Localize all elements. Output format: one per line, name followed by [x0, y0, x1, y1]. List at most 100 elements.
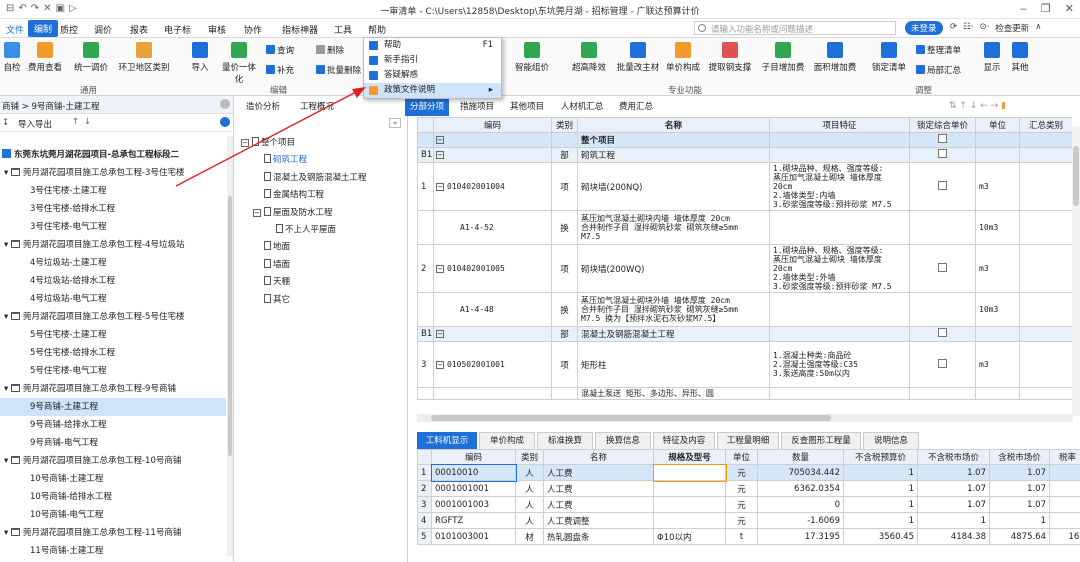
- cell-res-name[interactable]: 人工费: [543, 464, 654, 481]
- menu-e-bid[interactable]: 电子标: [164, 23, 191, 36]
- cell-res-code[interactable]: 0001001003: [431, 496, 516, 513]
- expand-icon[interactable]: ▾: [4, 312, 11, 322]
- cell-summary[interactable]: [1019, 341, 1072, 388]
- division-node[interactable]: − 整个项目: [241, 136, 295, 148]
- tree-item[interactable]: 10号商铺-土建工程: [0, 470, 226, 488]
- table-row[interactable]: 混凝土泵送 矩形、多边形、异形、圆: [417, 387, 1072, 400]
- col-res-budget[interactable]: 不含税预算价: [843, 449, 918, 465]
- division-node[interactable]: 其它: [264, 293, 290, 305]
- cell-code[interactable]: A1-4-48: [433, 292, 552, 327]
- cell-name[interactable]: 蒸压加气混凝土砌块内墙 墙体厚度 20cm 合并制作子目 湿拌砌筑砂浆 砌筑灰缝…: [577, 210, 770, 245]
- cell-res-market-tax[interactable]: 1.07: [989, 464, 1050, 481]
- project-root[interactable]: 东莞东坑莞月湖花园项目-总承包工程标段二: [0, 146, 179, 164]
- cell-res-type[interactable]: 人: [515, 496, 544, 513]
- cell-unit[interactable]: [975, 132, 1020, 148]
- bottom-tab[interactable]: 标准换算: [537, 432, 593, 449]
- cell-unit[interactable]: [975, 147, 1020, 163]
- cell-code[interactable]: [433, 387, 552, 400]
- lock-checkbox[interactable]: [938, 180, 947, 190]
- down-icon[interactable]: ↓: [970, 101, 978, 111]
- col-res-market-tax[interactable]: 含税市场价: [989, 449, 1050, 465]
- cell-unit[interactable]: m3: [975, 341, 1020, 388]
- cell-res-qty[interactable]: 0: [757, 496, 844, 513]
- table-row[interactable]: 1−010402001004 项砌块墙(200NQ) 1.砌块品种、规格、强度等级:…: [417, 162, 1072, 211]
- cell-unit[interactable]: 10m3: [975, 292, 1020, 327]
- collapse-icon[interactable]: [220, 99, 230, 109]
- unified-adjust-button[interactable]: 统一调价: [68, 42, 114, 73]
- display-button[interactable]: 显示: [980, 42, 1004, 73]
- menu-item-beginner-guide[interactable]: 新手指引: [364, 53, 501, 68]
- cell-type[interactable]: 部: [551, 326, 578, 342]
- cell-type[interactable]: 项: [551, 244, 578, 293]
- col-code[interactable]: 编码: [433, 117, 552, 133]
- cell-res-qty[interactable]: 17.3195: [757, 528, 844, 545]
- cell-lock[interactable]: [909, 132, 976, 148]
- qty-price-button[interactable]: 量价一体化: [218, 42, 260, 85]
- cell-res-budget[interactable]: 3560.45: [843, 528, 918, 545]
- col-res-market[interactable]: 不含税市场价: [917, 449, 990, 465]
- col-res-name[interactable]: 名称: [543, 449, 654, 465]
- cell-name[interactable]: 混凝土及钢筋混凝土工程: [577, 326, 770, 342]
- cell-type[interactable]: [551, 387, 578, 400]
- tree-group[interactable]: ▾ 莞月湖花园项目施工总承包工程-9号商铺: [0, 380, 226, 398]
- cell-lock[interactable]: [909, 387, 976, 400]
- toggle-icon[interactable]: −: [436, 330, 444, 338]
- cell-res-unit[interactable]: 元: [725, 480, 758, 497]
- menu-index-tool[interactable]: 指标神器: [282, 23, 318, 36]
- table-row[interactable]: B1− 部砌筑工程: [417, 147, 1072, 163]
- col-summary-type[interactable]: 汇总类别: [1019, 117, 1072, 133]
- arrange-icon[interactable]: ⇅: [949, 101, 957, 111]
- cell-res-unit[interactable]: 元: [725, 512, 758, 529]
- col-res-qty[interactable]: 数量: [757, 449, 844, 465]
- tree-item[interactable]: 3号住宅楼-给排水工程: [0, 200, 226, 218]
- resource-row[interactable]: 1 00010010 人人工费元 705034.442 1 1.07 1.07: [417, 463, 1080, 482]
- tree-item[interactable]: 4号垃圾站-土建工程: [0, 254, 226, 272]
- table-row[interactable]: B1− 部混凝土及钢筋混凝土工程: [417, 326, 1072, 342]
- menu-edit[interactable]: 编制: [28, 20, 59, 37]
- tree-group[interactable]: ▾ 莞月湖花园项目施工总承包工程-4号垃圾站: [0, 236, 226, 254]
- cell-res-market-tax[interactable]: 1.07: [989, 496, 1050, 513]
- maximize-button[interactable]: ❐: [1041, 2, 1051, 15]
- cell-summary[interactable]: [1019, 210, 1072, 245]
- info-icon[interactable]: ⊙·: [979, 22, 989, 34]
- cell-type[interactable]: 部: [551, 147, 578, 163]
- tree-item[interactable]: 4号垃圾站-给排水工程: [0, 272, 226, 290]
- lock-checkbox[interactable]: [938, 328, 947, 337]
- menu-item-policy-docs[interactable]: 政策文件说明 ▸: [364, 83, 501, 98]
- cell-res-type[interactable]: 材: [515, 528, 544, 545]
- cell-res-code[interactable]: 0101003001: [431, 528, 516, 545]
- cell-code[interactable]: −: [433, 147, 552, 163]
- lock-checkbox[interactable]: [938, 134, 947, 143]
- row-no[interactable]: B1: [417, 326, 434, 342]
- tree-item[interactable]: 9号商铺-电气工程: [0, 434, 226, 452]
- search-input[interactable]: 请输入功能名称或问题描述: [694, 21, 896, 35]
- high-rise-button[interactable]: 超高降效: [568, 42, 610, 73]
- cell-res-code[interactable]: 0001001001: [431, 480, 516, 497]
- close-button[interactable]: ✕: [1065, 2, 1074, 15]
- col-res-unit[interactable]: 单位: [725, 449, 758, 465]
- cell-res-unit[interactable]: 元: [725, 496, 758, 513]
- cell-res-tax-rate[interactable]: [1049, 480, 1080, 497]
- cell-lock[interactable]: [909, 162, 976, 211]
- self-check-button[interactable]: 自检: [2, 42, 22, 73]
- cell-res-name[interactable]: 热轧圆盘条: [543, 528, 654, 545]
- division-node[interactable]: 天棚: [264, 275, 290, 287]
- cell-res-market[interactable]: 1.07: [917, 464, 990, 481]
- tree-item[interactable]: 3号住宅楼-电气工程: [0, 218, 226, 236]
- cell-summary[interactable]: [1019, 326, 1072, 342]
- grid-horizontal-scrollbar[interactable]: [417, 414, 1073, 422]
- cell-lock[interactable]: [909, 341, 976, 388]
- cell-res-unit[interactable]: t: [725, 528, 758, 545]
- fee-view-button[interactable]: 费用查看: [26, 42, 64, 73]
- division-node[interactable]: 砌筑工程: [264, 153, 307, 165]
- cell-unit[interactable]: m3: [975, 162, 1020, 211]
- cell-res-market[interactable]: 4184.38: [917, 528, 990, 545]
- cell-res-code[interactable]: 00010010: [430, 463, 517, 482]
- cell-feature[interactable]: [769, 132, 910, 148]
- cell-res-qty[interactable]: -1.6069: [757, 512, 844, 529]
- cell-lock[interactable]: [909, 147, 976, 163]
- col-feature[interactable]: 项目特征: [769, 117, 910, 133]
- resource-row[interactable]: 4 RGFTZ 人人工费调整元 -1.6069 1 1 1: [417, 512, 1080, 529]
- cell-name[interactable]: 砌块墙(200NQ): [577, 162, 770, 211]
- tidy-list-button[interactable]: 整理清单: [916, 44, 961, 56]
